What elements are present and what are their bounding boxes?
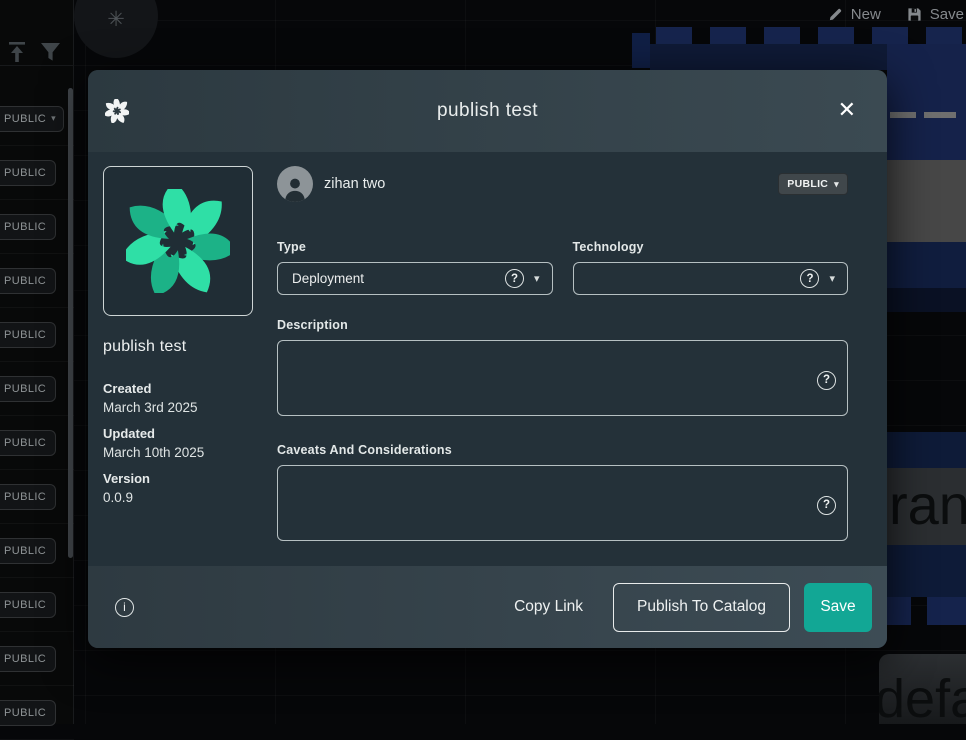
canvas-card-partial-label: defa [879, 668, 966, 724]
sidebar-visibility-label: PUBLIC [4, 113, 46, 125]
canvas-settings-button[interactable]: ✳ [74, 0, 158, 58]
description-input[interactable] [277, 340, 848, 416]
item-thumbnail [103, 166, 253, 316]
canvas-node [890, 112, 916, 118]
sidebar: PUBLIC ▾ PUBLIC PUBLIC PUBLIC PUBLIC PUB… [0, 0, 74, 724]
canvas-node [887, 597, 911, 625]
meta-value: March 10th 2025 [103, 443, 253, 462]
help-icon[interactable]: ? [505, 269, 524, 288]
help-icon[interactable]: ? [817, 496, 836, 515]
save-button-top-label: Save [930, 6, 964, 23]
canvas-node [887, 288, 966, 312]
chevron-down-icon: ▾ [829, 272, 835, 285]
sidebar-item-public[interactable]: PUBLIC [0, 700, 56, 726]
canvas-node [887, 545, 966, 597]
canvas-card: ran [887, 468, 966, 545]
canvas-node [887, 432, 966, 468]
technology-select[interactable]: ? ▾ [573, 262, 849, 295]
gear-icon: ✳ [107, 7, 125, 32]
sidebar-item-public[interactable]: PUBLIC [0, 430, 56, 456]
info-icon[interactable]: i [115, 598, 134, 617]
person-icon [281, 174, 309, 202]
sidebar-item-public[interactable]: PUBLIC [0, 592, 56, 618]
sidebar-scrollbar[interactable] [68, 88, 73, 558]
upload-icon[interactable] [8, 42, 27, 63]
sidebar-item-public[interactable]: PUBLIC [0, 538, 56, 564]
canvas-node [764, 27, 800, 44]
meta-label: Created [103, 380, 253, 398]
canvas-node [818, 27, 854, 44]
canvas-card-partial-label: ran [889, 472, 966, 537]
canvas-node [887, 160, 966, 242]
type-select[interactable]: Deployment ? ▾ [277, 262, 553, 295]
modal-title: publish test [437, 100, 538, 122]
chevron-down-icon: ▾ [834, 179, 839, 190]
avatar [277, 166, 313, 202]
canvas-card: defa [879, 654, 966, 724]
close-icon[interactable]: ✕ [838, 97, 856, 123]
canvas-node [926, 27, 962, 44]
meta-value: March 3rd 2025 [103, 398, 253, 417]
sidebar-item-public[interactable]: PUBLIC [0, 376, 56, 402]
canvas-node [887, 44, 966, 160]
app-logo-icon [105, 99, 129, 123]
meta-label: Updated [103, 425, 253, 443]
canvas-node [872, 27, 908, 44]
sidebar-item-public[interactable]: PUBLIC [0, 484, 56, 510]
caveats-label: Caveats And Considerations [277, 443, 848, 457]
technology-label: Technology [573, 240, 849, 254]
filter-icon[interactable] [40, 42, 61, 63]
canvas-node [656, 27, 692, 44]
owner-name: zihan two [324, 176, 385, 192]
meta-value: 0.0.9 [103, 488, 253, 507]
sidebar-toolbar [0, 0, 74, 66]
help-icon[interactable]: ? [800, 269, 819, 288]
canvas-node [632, 33, 650, 68]
item-name: publish test [103, 338, 253, 356]
owner-row: zihan two PUBLIC ▾ [277, 166, 848, 202]
meta-label: Version [103, 470, 253, 488]
new-button[interactable]: New [828, 6, 881, 23]
caveats-input[interactable] [277, 465, 848, 541]
pencil-icon [828, 7, 843, 22]
sidebar-item-public[interactable]: PUBLIC [0, 268, 56, 294]
save-button-top[interactable]: Save [907, 6, 964, 23]
publish-modal: publish test ✕ publish test [88, 70, 887, 648]
description-label: Description [277, 318, 848, 332]
modal-body: publish test Created March 3rd 2025 Upda… [88, 152, 887, 566]
help-icon[interactable]: ? [817, 371, 836, 390]
sidebar-item-public[interactable]: PUBLIC [0, 160, 56, 186]
copy-link-button[interactable]: Copy Link [514, 598, 583, 616]
modal-header: publish test ✕ [88, 70, 887, 152]
sidebar-item-public[interactable]: PUBLIC [0, 322, 56, 348]
chevron-down-icon: ▾ [534, 272, 540, 285]
canvas-node [927, 597, 966, 625]
save-button[interactable]: Save [804, 583, 872, 632]
floppy-icon [907, 7, 922, 22]
item-logo-icon [126, 189, 230, 293]
chevron-down-icon: ▾ [51, 113, 56, 124]
publish-to-catalog-button[interactable]: Publish To Catalog [613, 583, 790, 632]
visibility-label: PUBLIC [787, 178, 828, 190]
sidebar-item-public[interactable]: PUBLIC [0, 646, 56, 672]
type-label: Type [277, 240, 553, 254]
sidebar-item-public[interactable]: PUBLIC [0, 214, 56, 240]
canvas-node [887, 242, 966, 288]
item-meta: Created March 3rd 2025 Updated March 10t… [103, 380, 253, 507]
canvas-node [924, 112, 956, 118]
canvas-node [710, 27, 746, 44]
type-value: Deployment [292, 271, 364, 286]
modal-footer: i Copy Link Publish To Catalog Save [88, 566, 887, 648]
visibility-dropdown[interactable]: PUBLIC ▾ [778, 173, 848, 195]
new-button-label: New [851, 6, 881, 23]
sidebar-visibility-dropdown[interactable]: PUBLIC ▾ [0, 106, 64, 132]
